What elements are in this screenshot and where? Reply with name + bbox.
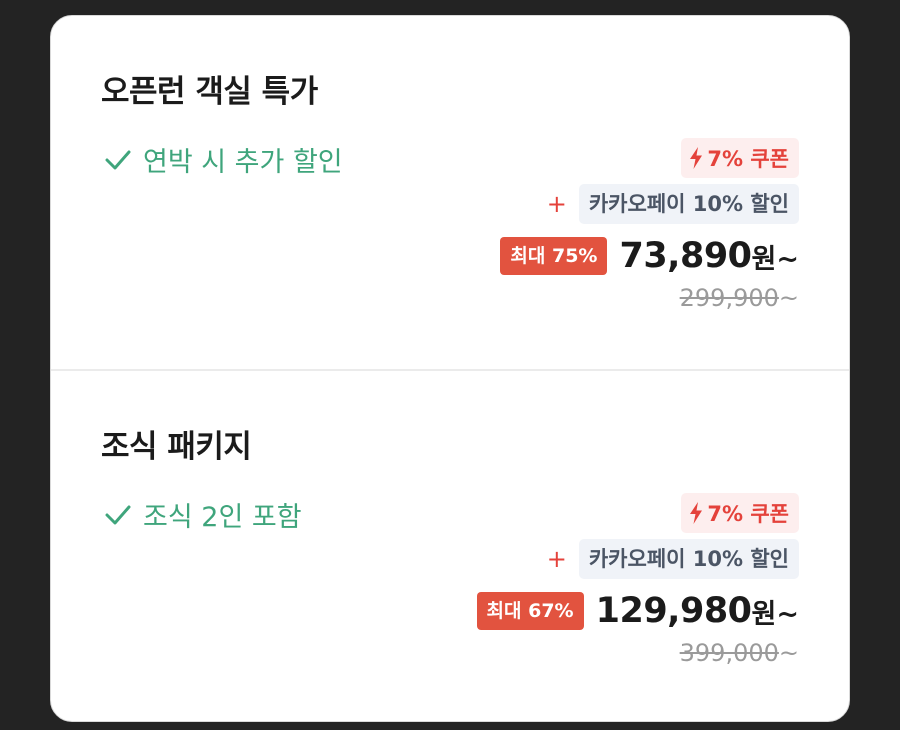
original-price: 399,000~ xyxy=(680,639,799,667)
check-icon xyxy=(105,505,131,524)
price-unit: 원~ xyxy=(751,243,799,275)
offer-feature: 연박 시 추가 할인 xyxy=(105,140,343,179)
sale-price: 73,890 xyxy=(619,236,752,276)
offer-section[interactable]: 조식 패키지 조식 2인 포함 7% 쿠폰 + 카카오페이 10% 할인 최대 … xyxy=(51,369,849,721)
sale-price: 129,980 xyxy=(595,591,752,631)
price-unit: 원~ xyxy=(751,598,799,630)
feature-label: 조식 2인 포함 xyxy=(143,502,302,533)
coupon-badge: 7% 쿠폰 xyxy=(681,493,799,533)
original-price-suffix: ~ xyxy=(778,639,799,667)
offer-feature: 조식 2인 포함 xyxy=(105,495,302,534)
original-price: 299,900~ xyxy=(680,284,799,312)
kakao-row: + 카카오페이 10% 할인 xyxy=(547,184,799,224)
coupon-badge: 7% 쿠폰 xyxy=(681,138,799,178)
kakao-row: + 카카오페이 10% 할인 xyxy=(547,539,799,579)
max-discount-badge: 최대 75% xyxy=(500,237,608,275)
plus-sign: + xyxy=(546,190,567,218)
max-discount-badge: 최대 67% xyxy=(476,592,584,630)
lightning-icon xyxy=(690,147,703,169)
offer-title: 조식 패키지 xyxy=(101,429,252,465)
offer-title: 오픈런 객실 특가 xyxy=(101,74,318,110)
check-icon xyxy=(105,150,131,169)
plus-sign: + xyxy=(546,545,567,573)
kakao-discount-badge: 카카오페이 10% 할인 xyxy=(578,539,799,579)
price-row: 최대 67% 129,980 원~ xyxy=(476,591,799,631)
offer-section[interactable]: 오픈런 객실 특가 연박 시 추가 할인 7% 쿠폰 + 카카오페이 10% 할… xyxy=(51,16,849,369)
original-price-value: 399,000 xyxy=(679,639,779,667)
coupon-label: 7% 쿠폰 xyxy=(707,502,789,526)
original-price-value: 299,900 xyxy=(679,284,779,312)
original-price-suffix: ~ xyxy=(778,284,799,312)
price-block: 7% 쿠폰 + 카카오페이 10% 할인 최대 67% 129,980 원~ 39… xyxy=(476,493,799,667)
coupon-label: 7% 쿠폰 xyxy=(707,147,789,171)
offer-card: 오픈런 객실 특가 연박 시 추가 할인 7% 쿠폰 + 카카오페이 10% 할… xyxy=(50,15,850,722)
price-block: 7% 쿠폰 + 카카오페이 10% 할인 최대 75% 73,890 원~ 299… xyxy=(500,138,799,312)
lightning-icon xyxy=(690,502,703,524)
price-row: 최대 75% 73,890 원~ xyxy=(500,236,799,276)
feature-label: 연박 시 추가 할인 xyxy=(143,147,343,178)
kakao-discount-badge: 카카오페이 10% 할인 xyxy=(578,184,799,224)
